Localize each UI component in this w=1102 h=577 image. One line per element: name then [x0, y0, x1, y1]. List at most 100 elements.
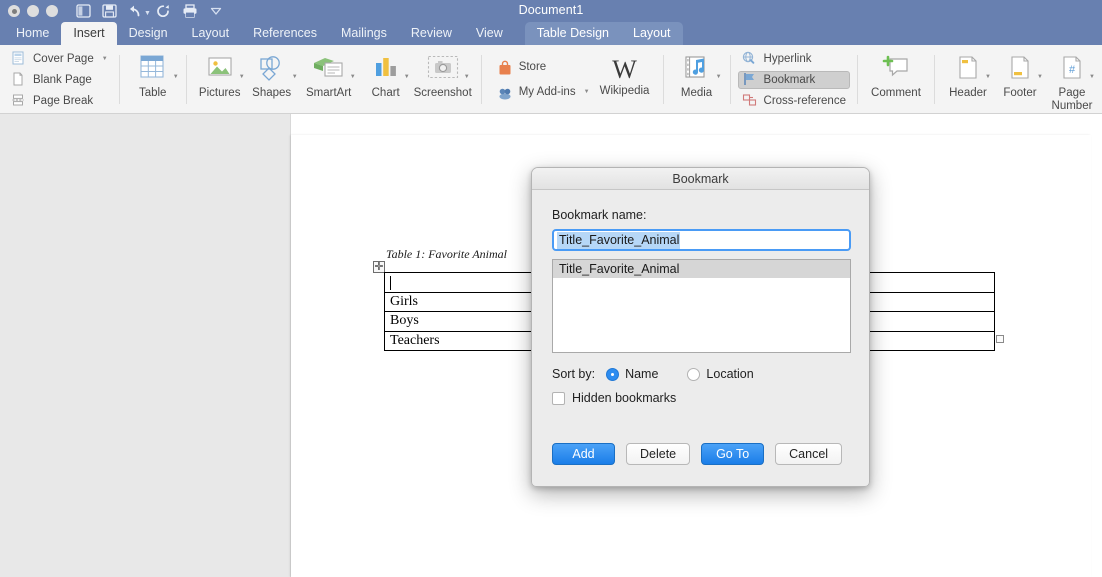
table-caption: Table 1: Favorite Animal — [386, 247, 507, 261]
table-button[interactable]: ▼ Table — [127, 45, 179, 114]
header-icon: ▼ — [955, 52, 991, 84]
smartart-icon: ▼ — [312, 52, 356, 84]
media-button[interactable]: ▼ Media — [671, 45, 723, 114]
list-item[interactable]: Title_Favorite_Animal — [553, 260, 850, 278]
hidden-bookmarks-row[interactable]: Hidden bookmarks — [552, 391, 849, 405]
my-addins-label: My Add-ins — [518, 86, 576, 98]
ribbon-group-comments: Comment — [858, 45, 934, 114]
screenshot-button[interactable]: ▼ Screenshot — [412, 45, 474, 114]
tab-design[interactable]: Design — [117, 22, 180, 45]
chevron-down-icon[interactable]: ▼ — [173, 74, 179, 80]
shapes-button[interactable]: ▼ Shapes — [246, 45, 298, 114]
go-to-button[interactable]: Go To — [701, 443, 765, 465]
bookmark-name-label: Bookmark name: — [552, 208, 647, 222]
save-icon[interactable] — [96, 1, 122, 21]
tab-insert[interactable]: Insert — [61, 22, 117, 45]
comment-label: Comment — [871, 87, 921, 99]
radio-icon[interactable] — [687, 367, 701, 381]
store-button[interactable]: Store — [493, 56, 594, 78]
cancel-button[interactable]: Cancel — [775, 443, 843, 465]
ribbon-group-links: Hyperlink Bookmark Cross-reference — [731, 45, 857, 114]
chevron-down-icon[interactable]: ▼ — [1089, 74, 1095, 80]
maximize-window-button[interactable] — [46, 5, 58, 17]
wikipedia-button[interactable]: W Wikipedia — [594, 45, 656, 114]
undo-caret-icon[interactable]: ▼ — [144, 10, 151, 17]
chart-button[interactable]: ▼ Chart — [360, 45, 412, 114]
tab-table-layout[interactable]: Layout — [621, 22, 683, 45]
sidebar-toggle-icon[interactable] — [70, 1, 96, 21]
cover-page-icon — [11, 51, 27, 66]
chevron-down-icon[interactable]: ▼ — [464, 74, 470, 80]
chevron-down-icon[interactable]: ▼ — [239, 74, 245, 80]
svg-text:#: # — [1069, 64, 1076, 76]
bookmark-button[interactable]: Bookmark — [737, 70, 850, 89]
page-break-label: Page Break — [33, 94, 94, 107]
minimize-window-button[interactable] — [27, 5, 39, 17]
cover-page-label: Cover Page — [33, 52, 94, 65]
smartart-button[interactable]: ▼ SmartArt — [298, 45, 360, 114]
store-label: Store — [518, 61, 547, 73]
sort-by-location-label: Location — [706, 367, 754, 381]
comment-button[interactable]: Comment — [865, 45, 927, 114]
my-addins-button[interactable]: My Add-ins ▼ — [493, 81, 594, 103]
media-label: Media — [680, 87, 713, 99]
add-button[interactable]: Add — [552, 443, 615, 465]
footer-label: Footer — [1003, 87, 1037, 99]
chevron-down-icon[interactable]: ▼ — [985, 74, 991, 80]
pictures-button[interactable]: ▼ Pictures — [194, 45, 246, 114]
tab-table-design[interactable]: Table Design — [525, 22, 621, 45]
bookmark-label: Bookmark — [763, 73, 816, 86]
shapes-icon: ▼ — [256, 52, 298, 84]
tab-home[interactable]: Home — [4, 22, 61, 45]
redo-icon[interactable] — [151, 1, 177, 21]
blank-page-button[interactable]: Blank Page — [7, 71, 112, 89]
blank-page-label: Blank Page — [33, 73, 92, 86]
cross-reference-icon — [742, 93, 758, 108]
footer-icon: ▼ — [1007, 52, 1043, 84]
bookmark-dialog: Bookmark Bookmark name: Title_Favorite_A… — [531, 167, 870, 487]
smartart-label: SmartArt — [306, 87, 352, 99]
header-label: Header — [949, 87, 987, 99]
cross-reference-button[interactable]: Cross-reference — [738, 92, 850, 110]
header-button[interactable]: ▼ Header — [942, 45, 994, 114]
blank-page-icon — [11, 72, 27, 87]
tab-review[interactable]: Review — [399, 22, 464, 45]
shapes-label: Shapes — [252, 87, 292, 99]
sort-by-label: Sort by: — [552, 367, 596, 381]
ribbon-group-pages: Cover Page ▼ Blank Page Page Break — [0, 45, 119, 114]
sort-by-location-option[interactable]: Location — [687, 367, 754, 381]
page-number-button[interactable]: # ▼ Page Number — [1046, 45, 1098, 114]
ribbon-group-media: ▼ Media — [664, 45, 730, 114]
hyperlink-button[interactable]: Hyperlink — [738, 50, 850, 68]
chevron-down-icon[interactable]: ▼ — [716, 74, 722, 80]
chevron-down-icon[interactable]: ▼ — [1037, 74, 1043, 80]
customize-toolbar-icon[interactable] — [203, 1, 229, 21]
table-resize-handle[interactable] — [996, 335, 1004, 343]
page-break-icon — [11, 93, 27, 108]
bookmark-list[interactable]: Title_Favorite_Animal — [552, 259, 851, 353]
chevron-down-icon[interactable]: ▼ — [404, 74, 410, 80]
chevron-down-icon[interactable]: ▼ — [350, 74, 356, 80]
sort-by-name-option[interactable]: Name — [606, 367, 658, 381]
pictures-icon: ▼ — [205, 52, 245, 84]
bookmark-name-input[interactable]: Title_Favorite_Animal — [552, 229, 851, 251]
tab-references[interactable]: References — [241, 22, 329, 45]
tab-mailings[interactable]: Mailings — [329, 22, 399, 45]
page-break-button[interactable]: Page Break — [7, 92, 112, 110]
chart-label: Chart — [371, 87, 400, 99]
chevron-down-icon[interactable]: ▼ — [584, 89, 590, 95]
tab-view[interactable]: View — [464, 22, 515, 45]
close-window-button[interactable] — [8, 5, 20, 17]
footer-button[interactable]: ▼ Footer — [994, 45, 1046, 114]
delete-button[interactable]: Delete — [626, 443, 691, 465]
table-label: Table — [138, 87, 167, 99]
checkbox-icon[interactable] — [552, 391, 565, 405]
my-addins-icon — [497, 85, 513, 100]
tab-layout[interactable]: Layout — [180, 22, 242, 45]
cover-page-button[interactable]: Cover Page ▼ — [7, 50, 112, 68]
chevron-down-icon[interactable]: ▼ — [292, 74, 298, 80]
print-icon[interactable] — [177, 1, 203, 21]
quick-access-toolbar: ▼ — [70, 1, 229, 21]
chevron-down-icon[interactable]: ▼ — [102, 56, 108, 62]
radio-icon[interactable] — [606, 367, 620, 381]
